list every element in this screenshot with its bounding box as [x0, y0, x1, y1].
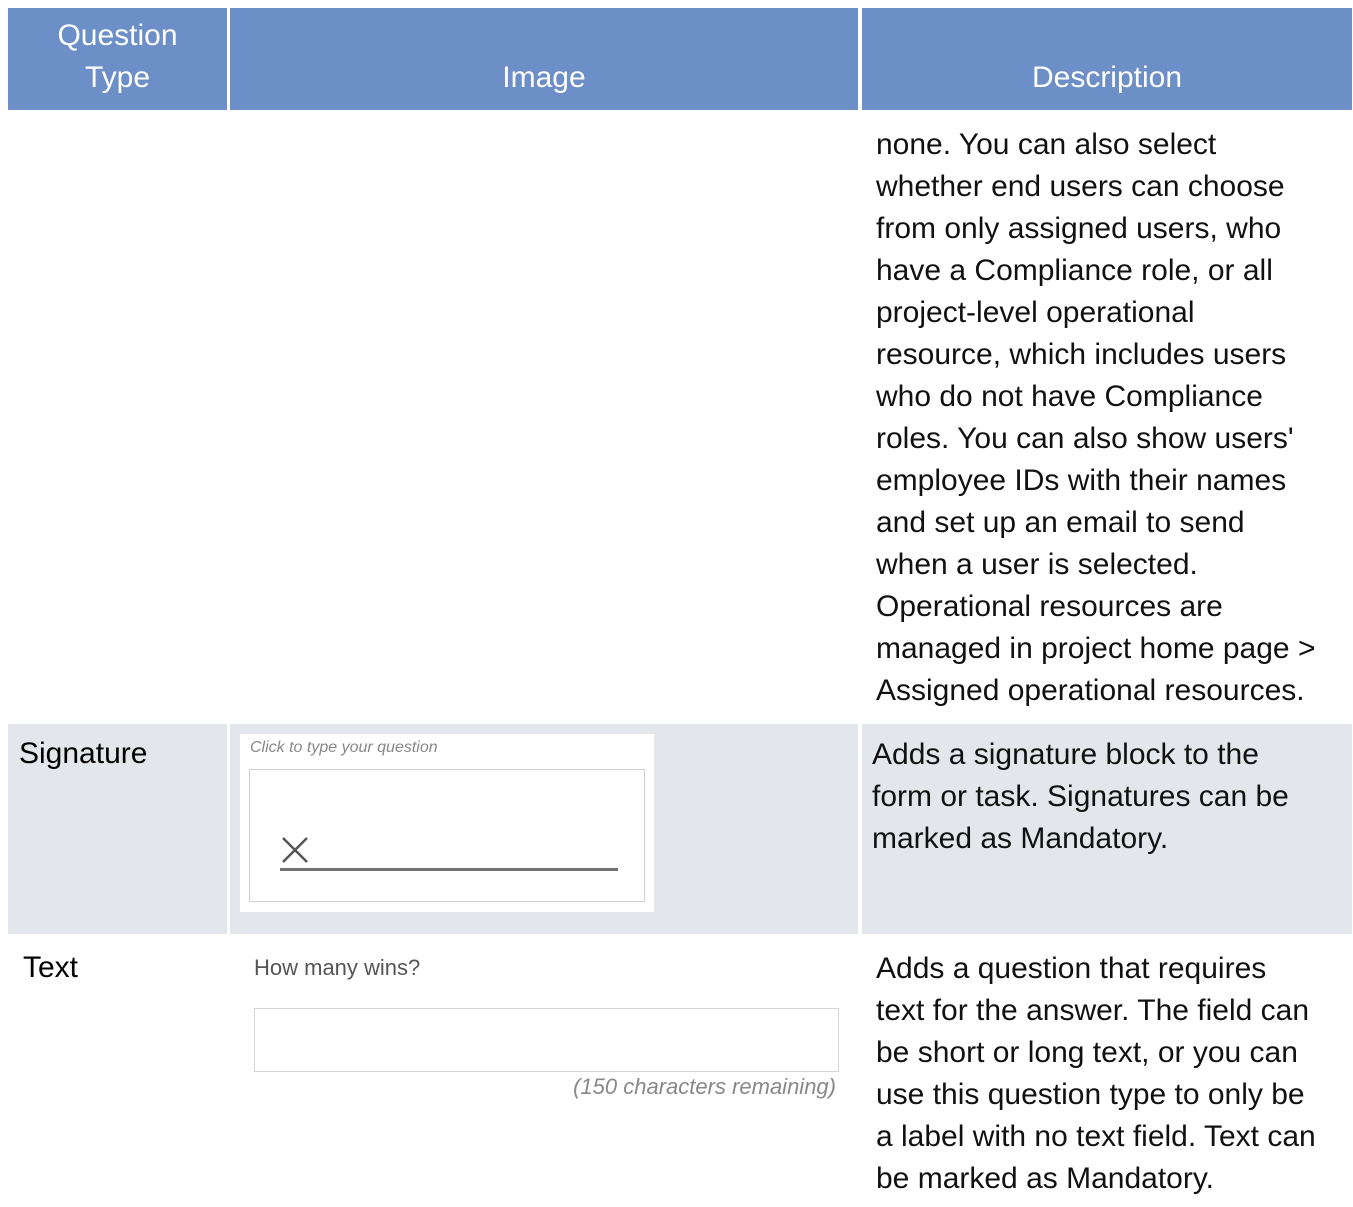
signature-type-label: Signature	[19, 737, 148, 770]
header-description-label: Description	[1031, 61, 1183, 94]
header-question-type-line2: Type	[84, 61, 151, 94]
signature-image-example: Click to type your question	[240, 734, 654, 912]
text-type-label: Text	[23, 951, 79, 984]
signature-box	[249, 769, 645, 902]
text-answer-field	[254, 1008, 839, 1072]
header-description: Description	[862, 8, 1352, 110]
signature-line	[280, 868, 618, 871]
header-image-label: Image	[502, 61, 586, 94]
signature-question-placeholder: Click to type your question	[250, 739, 438, 756]
text-question-label: How many wins?	[254, 955, 421, 980]
signature-description: Adds a signature block to the form or ta…	[872, 738, 1289, 855]
characters-remaining: (150 characters remaining)	[573, 1074, 836, 1099]
header-image: Image	[230, 8, 858, 110]
continued-description: none. You can also select whether end us…	[876, 128, 1316, 707]
text-description: Adds a question that requires text for t…	[876, 952, 1316, 1195]
close-x-icon	[282, 837, 308, 863]
header-question-type: Question Type	[8, 8, 227, 110]
header-question-type-line1: Question	[57, 19, 178, 52]
